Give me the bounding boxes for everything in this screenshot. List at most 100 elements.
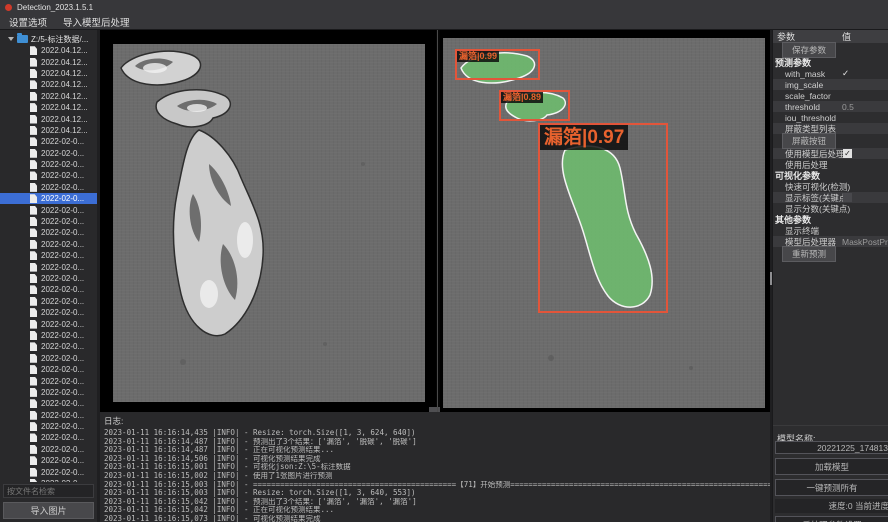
tree-item[interactable]: 2022.04.12... [0,45,97,56]
caret-down-icon[interactable] [8,37,14,41]
tree-item[interactable]: 2022.04.12... [0,113,97,124]
param-row[interactable]: 屏蔽按钮 [773,134,888,148]
param-row[interactable]: 其他参数 [773,214,888,225]
tree-item[interactable]: 2022-02-0... [0,239,97,250]
detection-box[interactable]: 漏箔|0.99 [455,49,540,80]
tree-root-label: Z:/5-标注数据/... [31,34,88,45]
original-image-panel[interactable] [100,30,436,412]
detection-label: 漏箔|0.99 [457,51,499,62]
tree-item[interactable]: 2022-02-0... [0,444,97,455]
tree-item[interactable]: 2022-02-0... [0,148,97,159]
tree-item[interactable]: 2022-02-0... [0,296,97,307]
tree-item[interactable]: 2022.04.12... [0,56,97,67]
tree-item[interactable]: 2022-02-0... [0,410,97,421]
log-area[interactable]: 日志: 2023-01-11 16:16:14,435 |INFO| - Res… [100,412,770,522]
param-row[interactable]: with_mask ✓ [773,68,888,79]
tree-item[interactable]: 2022.04.12... [0,102,97,113]
file-icon [30,171,37,180]
tree-item-label: 2022-02-0... [41,228,84,237]
tree-item[interactable]: 2022-02-0... [0,421,97,432]
param-row[interactable]: 快速可视化(检测) [773,181,888,192]
postprocess-settings-button[interactable]: 后处理参数设置 [775,516,888,522]
tree-item[interactable]: 2022-02-0... [0,284,97,295]
model-name-selector[interactable]: 20221225_174813 [775,441,888,454]
tree-item-label: 2022-02-0... [41,399,84,408]
tree-item[interactable]: 2022.04.12... [0,125,97,136]
tree-item[interactable]: 2022-02-0... [0,136,97,147]
tree-item[interactable]: 2022-02-0... [0,159,97,170]
param-row[interactable]: 显示标签(关键点) [773,192,888,203]
param-row[interactable]: iou_threshold [773,112,888,123]
tree-item[interactable]: 2022-02-0... [0,364,97,375]
log-line: 2023-01-11 16:16:15,003 |INFO| - Resize:… [104,489,770,498]
param-checkbox[interactable] [843,149,852,158]
tree-item[interactable]: 2022-02-0 [0,478,97,482]
tree-item-label: 2022-02-0 [41,479,77,482]
param-row[interactable]: 保存参数 [773,43,888,57]
predict-all-button[interactable]: 一键预测所有 [775,479,888,496]
param-row[interactable]: 可视化参数 [773,170,888,181]
param-label: with_mask [773,69,842,79]
prediction-image: 漏箔|0.99 漏箔|0.89 漏箔|0.97 [443,38,765,408]
menu-item[interactable]: 设置选项 [9,15,47,29]
import-images-button[interactable]: 导入图片 [3,502,94,519]
tree-item[interactable]: 2022-02-0... [0,273,97,284]
tree-item[interactable]: 2022-02-0... [0,432,97,443]
tree-item[interactable]: 2022-02-0... [0,353,97,364]
param-row[interactable]: 使用模型后处理 [773,148,888,159]
tree-item[interactable]: 2022-02-0... [0,398,97,409]
tree-item[interactable]: 2022.04.12... [0,91,97,102]
tree-item[interactable]: 2022-02-0... [0,193,97,204]
param-row[interactable]: scale_factor [773,90,888,101]
tree-item-label: 2022-02-0... [41,160,84,169]
detection-box[interactable]: 漏箔|0.89 [499,90,570,121]
param-button[interactable]: 重新预测 [782,246,836,262]
param-row[interactable]: 显示终端 [773,225,888,236]
tree-item[interactable]: 2022-02-0... [0,250,97,261]
tree-item[interactable]: 2022-02-0... [0,387,97,398]
params-header-value: 值 [842,30,851,43]
load-model-button[interactable]: 加载模型 [775,458,888,475]
file-icon [30,274,37,283]
tree-item[interactable]: 2022.04.12... [0,79,97,90]
tree-item[interactable]: 2022-02-0... [0,307,97,318]
param-row[interactable]: img_scale [773,79,888,90]
tree-item-label: 2022-02-0... [41,456,84,465]
tree-item-label: 2022-02-0... [41,206,84,215]
tree-item[interactable]: 2022-02-0... [0,204,97,215]
tree-item[interactable]: 2022-02-0... [0,375,97,386]
tree-root-folder[interactable]: Z:/5-标注数据/... [0,33,97,45]
param-row[interactable]: 重新预测 [773,247,888,261]
param-checkbox[interactable] [843,193,852,202]
tree-item[interactable]: 2022-02-0... [0,182,97,193]
param-label: img_scale [773,80,888,90]
tree-item[interactable]: 2022-02-0... [0,466,97,477]
param-value: MaskPostPro [842,237,888,247]
tree-item[interactable]: 2022.04.12... [0,68,97,79]
tree-item[interactable]: 2022-02-0... [0,455,97,466]
tree-item[interactable]: 2022-02-0... [0,341,97,352]
param-row[interactable]: 预测参数 [773,57,888,68]
filename-search-input[interactable] [3,484,94,498]
file-icon [30,69,37,78]
tree-item-label: 2022.04.12... [41,69,88,78]
tree-item-label: 2022.04.12... [41,115,88,124]
file-icon [30,388,37,397]
tree-item[interactable]: 2022-02-0... [0,330,97,341]
file-icon [30,251,37,260]
tree-item[interactable]: 2022-02-0... [0,216,97,227]
tree-item[interactable]: 2022-02-0... [0,318,97,329]
file-icon [30,80,37,89]
file-icon [30,342,37,351]
param-row[interactable]: threshold 0.5 [773,101,888,112]
tree-item-label: 2022-02-0... [41,183,84,192]
tree-item[interactable]: 2022-02-0... [0,227,97,238]
tree-item[interactable]: 2022-02-0... [0,170,97,181]
menu-bar: 设置选项 导入模型后处理 [0,14,888,30]
menu-item[interactable]: 导入模型后处理 [63,15,130,29]
prediction-image-panel[interactable]: 漏箔|0.99 漏箔|0.89 漏箔|0.97 [440,30,770,412]
tree-item[interactable]: 2022-02-0... [0,261,97,272]
log-line: 2023-01-11 16:16:15,042 |INFO| - 预测出了3个结… [104,498,770,507]
detection-box[interactable]: 漏箔|0.97 [538,123,668,313]
defect-photo-graphic [113,44,425,402]
